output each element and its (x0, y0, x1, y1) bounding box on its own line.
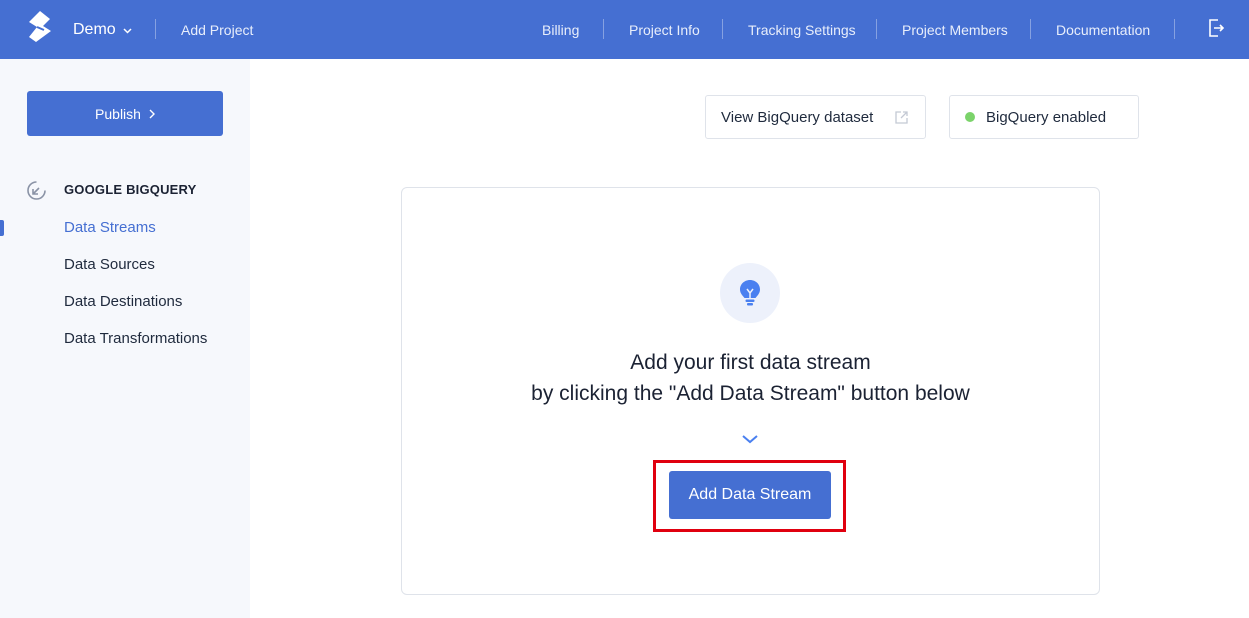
top-navigation-bar: Demo Add Project Billing Project Info Tr… (0, 0, 1249, 59)
lightbulb-icon (740, 280, 760, 306)
sidebar: Publish GOOGLE BIGQUERY Data Streams Dat… (0, 59, 250, 618)
chevron-down-icon (742, 435, 758, 444)
nav-billing[interactable]: Billing (542, 0, 579, 59)
divider (722, 19, 723, 39)
logo-icon[interactable] (26, 10, 54, 48)
empty-state-subheading: by clicking the "Add Data Stream" button… (531, 382, 970, 405)
active-indicator (0, 220, 4, 236)
divider (1174, 19, 1175, 39)
empty-state-heading: Add your first data stream (630, 351, 871, 374)
lightbulb-badge (720, 263, 780, 323)
status-label: BigQuery enabled (986, 108, 1107, 126)
add-project-link[interactable]: Add Project (181, 0, 253, 59)
divider (1030, 19, 1031, 39)
publish-label: Publish (95, 105, 141, 122)
nav-tracking-settings[interactable]: Tracking Settings (748, 0, 856, 59)
divider (155, 19, 156, 39)
view-bigquery-dataset-button[interactable]: View BigQuery dataset (705, 95, 926, 139)
external-link-icon (895, 111, 908, 124)
sidebar-item-data-sources[interactable]: Data Sources (64, 256, 155, 273)
nav-project-members[interactable]: Project Members (902, 0, 1008, 59)
nav-documentation[interactable]: Documentation (1056, 0, 1150, 59)
chevron-right-icon (149, 109, 155, 118)
view-dataset-label: View BigQuery dataset (721, 108, 874, 126)
import-arrow-icon (27, 181, 46, 200)
logout-icon[interactable] (1207, 18, 1225, 38)
sidebar-item-data-streams[interactable]: Data Streams (64, 219, 156, 236)
chevron-down-icon (123, 28, 132, 34)
sidebar-item-data-transformations[interactable]: Data Transformations (64, 330, 207, 347)
section-title: GOOGLE BIGQUERY (64, 182, 197, 197)
status-dot (965, 112, 975, 122)
project-switcher[interactable]: Demo (73, 0, 132, 59)
project-name: Demo (73, 20, 116, 38)
divider (876, 19, 877, 39)
publish-button[interactable]: Publish (27, 91, 223, 136)
sidebar-item-data-destinations[interactable]: Data Destinations (64, 293, 182, 310)
add-data-stream-button[interactable]: Add Data Stream (669, 471, 831, 519)
divider (603, 19, 604, 39)
nav-project-info[interactable]: Project Info (629, 0, 700, 59)
bigquery-status-badge: BigQuery enabled (949, 95, 1139, 139)
